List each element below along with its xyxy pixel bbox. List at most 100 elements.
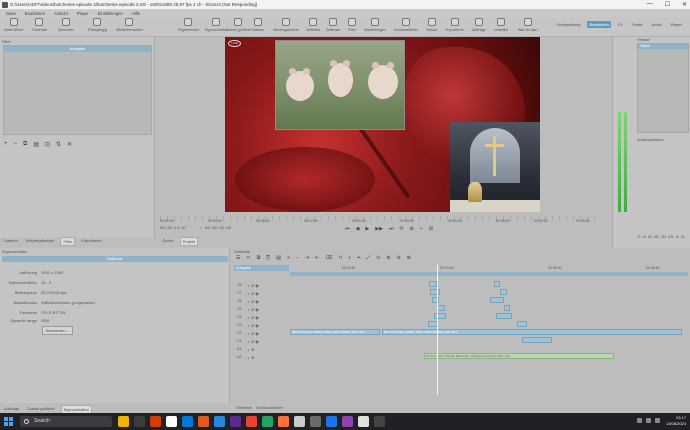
save-button[interactable]: Speichern: [58, 18, 74, 32]
minimize-button[interactable]: —: [647, 1, 653, 8]
taskbar-app-icon[interactable]: [310, 416, 321, 427]
track-header-a1[interactable]: A1 ◐ ⊚: [234, 345, 289, 353]
close-filter-button[interactable]: ✕: [67, 141, 72, 148]
menu-hilfe[interactable]: Hilfe: [132, 11, 140, 16]
taskbar-app-icon[interactable]: [214, 416, 225, 427]
track-header-v4[interactable]: V4 ◐ ⊚ ◉: [234, 313, 289, 321]
taskbar-app-icon[interactable]: [342, 416, 353, 427]
filter-list[interactable]: Ausgabe: [3, 45, 152, 135]
timeline-menu-button[interactable]: ☰: [236, 255, 240, 261]
taskbar-search[interactable]: Search: [20, 416, 112, 427]
edit-button[interactable]: Bearbeiten...: [42, 326, 73, 335]
ripple-all-button[interactable]: ⤢: [366, 255, 370, 261]
history-item[interactable]: Clipart: [638, 44, 688, 49]
taskbar-app-icon[interactable]: [246, 416, 257, 427]
zoom-out-button[interactable]: ⊖: [397, 255, 401, 261]
taskbar-app-icon[interactable]: [262, 416, 273, 427]
play-button[interactable]: ▶: [365, 226, 369, 232]
layout-finish[interactable]: Fertigstellung: [554, 21, 582, 28]
track-header-v3[interactable]: V3 ◐ ⊚ ◉: [234, 321, 289, 329]
timeline-clip[interactable]: [496, 313, 512, 319]
taskbar-app-icon[interactable]: [294, 416, 305, 427]
taskbar-app-icon[interactable]: [166, 416, 177, 427]
timeline-audio-clip[interactable]: Drowsy Detroit Beach Marsupial - Backgro…: [424, 353, 614, 359]
notes-button[interactable]: Notizen: [252, 18, 264, 32]
tab-keyframes[interactable]: Schlüsselbilder: [256, 405, 283, 410]
video-preview[interactable]: LIVE: [225, 37, 540, 212]
taskbar-app-icon[interactable]: [182, 416, 193, 427]
redo-button[interactable]: Wiederherstellen: [116, 18, 143, 32]
recent-button[interactable]: Zuletzt geöffnet: [226, 18, 251, 32]
timeline-button-2[interactable]: Zeitleiste: [326, 18, 340, 32]
keyframes-button[interactable]: Schlüsselbilder: [394, 18, 418, 32]
output-track[interactable]: [290, 272, 688, 276]
timeline-clip[interactable]: [504, 305, 510, 311]
grid-button[interactable]: ⊞: [429, 226, 433, 232]
jobs-button[interactable]: Aufträge: [472, 18, 486, 32]
overwrite-button[interactable]: ⇤: [315, 255, 319, 261]
menu-einstellungen[interactable]: Einstellungen: [98, 11, 123, 16]
tab-source[interactable]: Quelle: [160, 237, 176, 246]
layout-audio[interactable]: Audio: [649, 21, 663, 28]
remove-button[interactable]: −: [296, 255, 299, 261]
track-header-v1[interactable]: V1 ◐ ⊚ ◉: [234, 337, 289, 345]
taskbar-app-icon[interactable]: [278, 416, 289, 427]
current-timecode[interactable]: 00:33:13:97: [160, 227, 186, 231]
append-button[interactable]: +: [287, 255, 290, 261]
peak-meter-button[interactable]: Pegelmesser: [178, 18, 199, 32]
tab-exportieren[interactable]: Exportieren: [79, 237, 103, 246]
zoom-fit-button[interactable]: ⊚: [386, 255, 390, 261]
history-button[interactable]: Verlauf: [426, 18, 437, 32]
timeline-clip[interactable]: [437, 305, 445, 311]
delete-button[interactable]: ▤: [276, 255, 281, 261]
volume-button[interactable]: ⌁: [420, 226, 423, 232]
markers-toggle-button[interactable]: ⊙: [376, 255, 380, 261]
layout-edit[interactable]: Bearbeiten: [587, 21, 611, 28]
copy-filter-button[interactable]: ⧉: [23, 141, 27, 148]
taskbar-app-icon[interactable]: [230, 416, 241, 427]
tab-filter[interactable]: Filter: [60, 237, 76, 246]
save-preset-button[interactable]: ⊡: [45, 141, 50, 148]
skip-next-button[interactable]: ⏭: [389, 226, 394, 232]
remove-filter-button[interactable]: −: [14, 141, 18, 148]
timeline-clip[interactable]: [500, 289, 507, 295]
timeline-playhead[interactable]: [437, 265, 438, 395]
timeline-clip[interactable]: [517, 321, 527, 327]
rewind-button[interactable]: ◀: [356, 226, 360, 232]
tab-timeline[interactable]: Zeitleiste: [236, 405, 252, 410]
timeline-clip[interactable]: [430, 289, 440, 295]
split-button[interactable]: ⌫: [325, 255, 332, 261]
close-button[interactable]: ✕: [682, 1, 687, 8]
menu-ansicht[interactable]: Ansicht: [54, 11, 68, 16]
track-header-v2[interactable]: V2 ◐ ⊚ ◉: [234, 329, 289, 337]
preview-ruler[interactable]: 00:00:00 00:04:00 00:08:00 00:12:00 00:1…: [160, 216, 600, 224]
lift-button[interactable]: ⇥: [305, 255, 309, 261]
zoom-in-button[interactable]: ⊕: [407, 255, 411, 261]
clock[interactable]: 23:17 13/08/2024: [666, 415, 686, 427]
taskbar-app-icon[interactable]: [118, 416, 129, 427]
taskbar-app-icon[interactable]: [134, 416, 145, 427]
scrub-button[interactable]: ◐: [348, 255, 351, 261]
layout-fx[interactable]: FX: [616, 21, 625, 28]
layout-color[interactable]: Farbe: [630, 21, 644, 28]
add-filter-button[interactable]: +: [4, 141, 8, 148]
loop-button[interactable]: ⟳: [399, 226, 403, 232]
timeline-clip[interactable]: [429, 281, 437, 287]
taskbar-app-icon[interactable]: [326, 416, 337, 427]
timeline-button[interactable]: Zeitleiste: [306, 18, 320, 32]
taskbar-app-icon[interactable]: [374, 416, 385, 427]
subtitles-button[interactable]: Unterlitel: [494, 18, 508, 32]
menu-datei[interactable]: Datei: [6, 11, 16, 16]
generate-button[interactable]: Generate: [32, 18, 47, 32]
timeline-clip[interactable]: [490, 297, 504, 303]
copy-button[interactable]: ⧉: [257, 255, 261, 261]
history-list[interactable]: Clipart: [637, 43, 689, 133]
paste-filter-button[interactable]: ▤: [33, 141, 39, 148]
fast-forward-button[interactable]: ▶▶: [375, 226, 383, 232]
maximize-button[interactable]: ☐: [665, 1, 670, 8]
skip-previous-button[interactable]: ⏮: [345, 226, 350, 232]
tab-wiedergabeliste[interactable]: Wiedergabeliste: [24, 237, 57, 246]
whats-this-button[interactable]: Was ist das?: [518, 18, 538, 32]
undo-button[interactable]: Rückgängig: [88, 18, 107, 32]
menu-player[interactable]: Player: [77, 11, 89, 16]
